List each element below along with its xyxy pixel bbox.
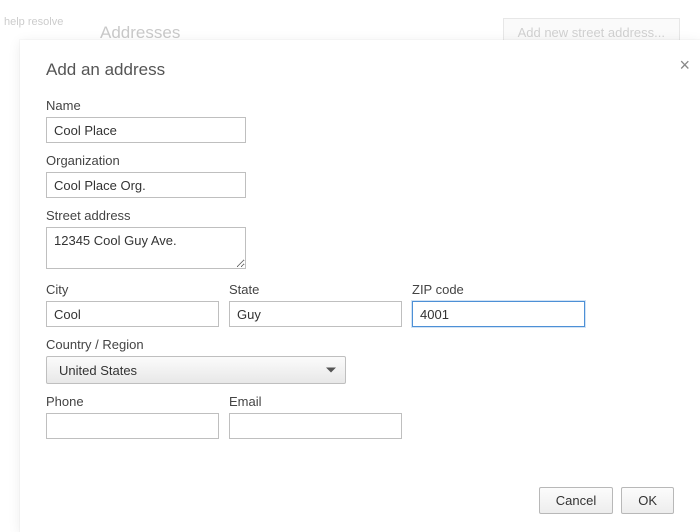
city-input[interactable] xyxy=(46,301,219,327)
modal-footer: Cancel OK xyxy=(46,487,674,514)
organization-field: Organization xyxy=(46,153,674,198)
zip-input[interactable] xyxy=(412,301,585,327)
country-field: Country / Region United States xyxy=(46,337,674,384)
street-address-field: Street address xyxy=(46,208,674,272)
name-field: Name xyxy=(46,98,674,143)
close-icon[interactable]: × xyxy=(679,56,690,74)
organization-label: Organization xyxy=(46,153,674,168)
zip-field: ZIP code xyxy=(412,282,585,327)
name-label: Name xyxy=(46,98,674,113)
email-label: Email xyxy=(229,394,402,409)
country-label: Country / Region xyxy=(46,337,674,352)
email-input[interactable] xyxy=(229,413,402,439)
ok-button[interactable]: OK xyxy=(621,487,674,514)
email-field: Email xyxy=(229,394,402,439)
city-label: City xyxy=(46,282,219,297)
street-address-label: Street address xyxy=(46,208,674,223)
modal-title: Add an address xyxy=(46,60,674,80)
state-field: State xyxy=(229,282,402,327)
phone-input[interactable] xyxy=(46,413,219,439)
country-selected-value: United States xyxy=(59,363,137,378)
organization-input[interactable] xyxy=(46,172,246,198)
zip-label: ZIP code xyxy=(412,282,585,297)
phone-field: Phone xyxy=(46,394,219,439)
country-select[interactable]: United States xyxy=(46,356,346,384)
name-input[interactable] xyxy=(46,117,246,143)
add-address-modal: × Add an address Name Organization Stree… xyxy=(20,40,700,532)
city-field: City xyxy=(46,282,219,327)
street-address-input[interactable] xyxy=(46,227,246,269)
cancel-button[interactable]: Cancel xyxy=(539,487,613,514)
state-label: State xyxy=(229,282,402,297)
phone-label: Phone xyxy=(46,394,219,409)
state-input[interactable] xyxy=(229,301,402,327)
